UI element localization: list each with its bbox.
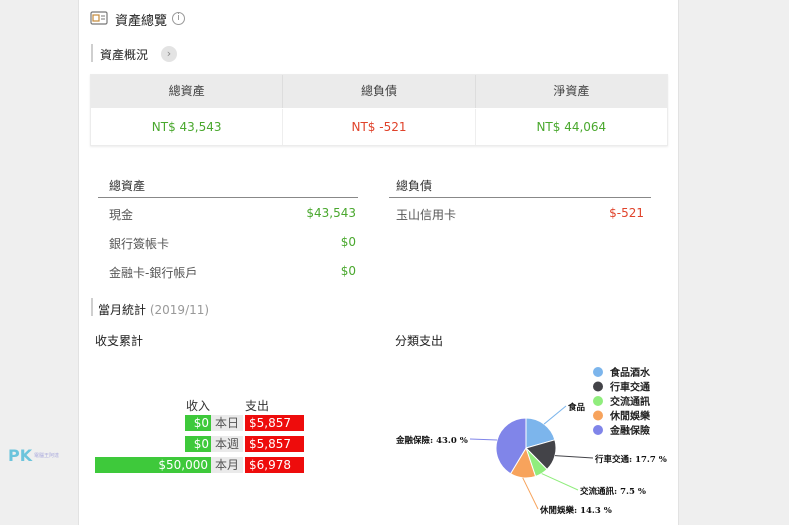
legend-marker[interactable]	[593, 425, 603, 435]
info-icon[interactable]: i	[172, 12, 185, 25]
income-bar: $50,000	[95, 457, 211, 473]
overview-section-label: 資產概況	[100, 48, 149, 62]
row-label: 本日	[211, 415, 243, 431]
net-assets-header: 淨資產	[553, 84, 590, 98]
pie-data-label: 交流通訊: 7.5 %	[580, 486, 646, 497]
asset-item-value: $0	[340, 264, 356, 278]
pk-logo-subtext: 電腦王阿達	[34, 453, 60, 459]
monthly-section-label: 當月統計 (2019/11)	[98, 301, 209, 318]
pie-connector	[543, 405, 567, 425]
legend-marker[interactable]	[593, 367, 603, 377]
category-expense-title: 分類支出	[395, 334, 444, 348]
legend-marker[interactable]	[593, 381, 603, 392]
asset-item-label[interactable]: 銀行簽帳卡	[109, 235, 169, 252]
page-title: 資產總覽	[115, 14, 168, 29]
asset-item-value: $0	[340, 235, 356, 249]
income-expense-title: 收支累計	[95, 334, 144, 348]
pie-data-label: 食品	[568, 402, 586, 413]
legend-marker[interactable]	[593, 410, 603, 421]
pie-data-label: 金融保險: 43.0 %	[395, 435, 468, 446]
liability-item-label[interactable]: 玉山信用卡	[396, 206, 456, 223]
legend-label[interactable]: 行車交通	[609, 381, 650, 394]
wallet-icon	[90, 11, 108, 25]
expense-bar: $5,857	[245, 436, 304, 452]
monthly-section-title: 當月統計	[98, 303, 147, 317]
pie-data-label: 休閒娛樂: 14.3 %	[539, 505, 612, 516]
expense-column-header: 支出	[245, 399, 270, 413]
row-label: 本月	[211, 457, 243, 473]
income-column-header: 收入	[186, 399, 211, 413]
income-bar: $0	[185, 436, 211, 452]
total-liabilities-header: 總負債	[283, 75, 476, 108]
asset-item-label[interactable]: 金融卡-銀行帳戶	[109, 264, 197, 281]
period-label: (2019/11)	[149, 303, 210, 317]
asset-item-value: $43,543	[306, 206, 356, 220]
legend-label[interactable]: 金融保險	[609, 424, 650, 437]
chevron-right-icon[interactable]: ›	[161, 46, 177, 62]
pk-logo: PK	[8, 446, 33, 465]
section-marker	[91, 298, 93, 316]
section-marker	[91, 44, 93, 62]
pie-data-label: 行車交通: 17.7 %	[594, 454, 667, 465]
pie-connector	[522, 477, 539, 510]
liabilities-column-title: 總負債	[396, 179, 433, 193]
expense-bar: $6,978	[245, 457, 304, 473]
divider	[98, 197, 358, 198]
net-assets-value: NT$ 44,064	[536, 120, 607, 134]
row-label: 本週	[211, 436, 243, 452]
legend-marker[interactable]	[593, 396, 603, 406]
total-assets-value: NT$ 43,543	[91, 109, 284, 145]
total-liabilities-value: NT$ -521	[283, 109, 476, 145]
pie-connector	[541, 473, 579, 491]
pie-connector	[554, 455, 594, 459]
pie-connector	[469, 438, 498, 441]
legend-label[interactable]: 休閒娛樂	[609, 410, 651, 423]
liability-item-value: $-521	[609, 206, 644, 220]
divider	[389, 197, 651, 198]
category-pie-chart: 食品行車交通: 17.7 % 交流通訊: 7.5 % 休閒娛樂: 14.3 % 金融保…	[395, 366, 667, 516]
legend-label[interactable]: 食品酒水	[609, 366, 651, 379]
expense-bar: $5,857	[245, 415, 304, 431]
income-bar: $0	[185, 415, 211, 431]
total-assets-header: 總資產	[91, 75, 284, 108]
assets-column-title: 總資產	[109, 179, 146, 193]
legend-label[interactable]: 交流通訊	[610, 395, 650, 408]
asset-item-label[interactable]: 現金	[109, 206, 133, 223]
summary-table: 總資產 總負債 淨資產 NT$ 43,543 NT$ -521 NT$ 44,0…	[90, 74, 668, 146]
